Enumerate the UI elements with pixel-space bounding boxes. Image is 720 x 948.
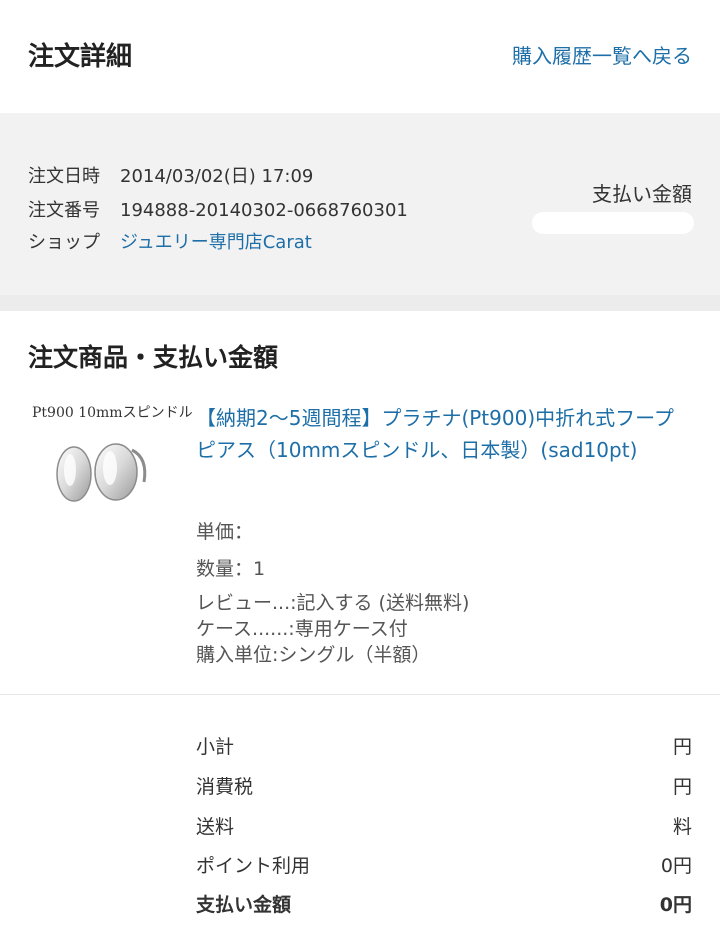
page-header: 注文詳細 購入履歴一覧へ戻る	[0, 0, 720, 113]
unit-price-redaction	[253, 522, 342, 543]
subtotal-value: 円	[672, 736, 692, 758]
order-number-row: 注文番号 194888-20140302-0668760301	[28, 196, 408, 222]
shipping-row: 送料 料	[196, 812, 692, 839]
section-gap	[0, 295, 720, 311]
quantity-value: 1	[253, 558, 266, 580]
order-number-label: 注文番号	[28, 200, 100, 221]
subtotal-row: 小計 円	[196, 732, 692, 759]
total-row: 支払い金額 0円	[196, 890, 692, 917]
order-number-value: 194888-20140302-0668760301	[120, 200, 408, 221]
total-label: 支払い金額	[196, 894, 292, 916]
option-case: ケース......:専用ケース付	[196, 618, 408, 640]
thumbnail-caption: Pt900 10mmスピンドル	[32, 405, 193, 421]
order-date-row: 注文日時 2014/03/02(日) 17:09	[28, 162, 313, 188]
unit-price-row: 単価：	[196, 517, 342, 544]
shop-label: ショップ	[28, 232, 100, 253]
quantity-row: 数量：1	[196, 554, 265, 581]
shipping-value: 料	[672, 816, 692, 838]
points-label: ポイント利用	[196, 855, 311, 877]
hoop-earrings-image	[56, 443, 147, 502]
payment-amount-label: 支払い金額	[592, 182, 692, 206]
option-purchase-unit: 購入単位:シングル（半額）	[196, 644, 431, 666]
tax-value: 円	[672, 776, 692, 798]
shop-row: ショップ ジュエリー専門店Carat	[28, 228, 312, 254]
back-to-history-link[interactable]: 購入履歴一覧へ戻る	[512, 40, 692, 69]
summary-divider	[0, 694, 720, 695]
page-title: 注文詳細	[28, 42, 133, 72]
unit-price-label: 単価：	[196, 521, 254, 543]
total-value: 0円	[659, 894, 692, 916]
tax-label: 消費税	[196, 776, 254, 798]
quantity-label: 数量：	[196, 558, 254, 580]
shipping-label: 送料	[196, 816, 235, 838]
subtotal-label: 小計	[196, 736, 235, 758]
product-name-link[interactable]: 【納期2〜5週間程】プラチナ(Pt900)中折れ式フープピアス（10mmスピンド…	[196, 402, 686, 466]
products-section-title: 注文商品・支払い金額	[28, 343, 279, 372]
order-date-value: 2014/03/02(日) 17:09	[120, 166, 314, 187]
points-row: ポイント利用 0円	[196, 851, 692, 878]
shop-link[interactable]: ジュエリー専門店Carat	[120, 232, 312, 253]
order-date-label: 注文日時	[28, 166, 100, 187]
option-review: レビュー...:記入する (送料無料)	[196, 592, 470, 614]
tax-row: 消費税 円	[196, 772, 692, 799]
payment-amount-redaction	[532, 212, 694, 234]
points-value: 0円	[660, 855, 692, 877]
product-thumbnail[interactable]: Pt900 10mmスピンドル	[28, 398, 193, 516]
